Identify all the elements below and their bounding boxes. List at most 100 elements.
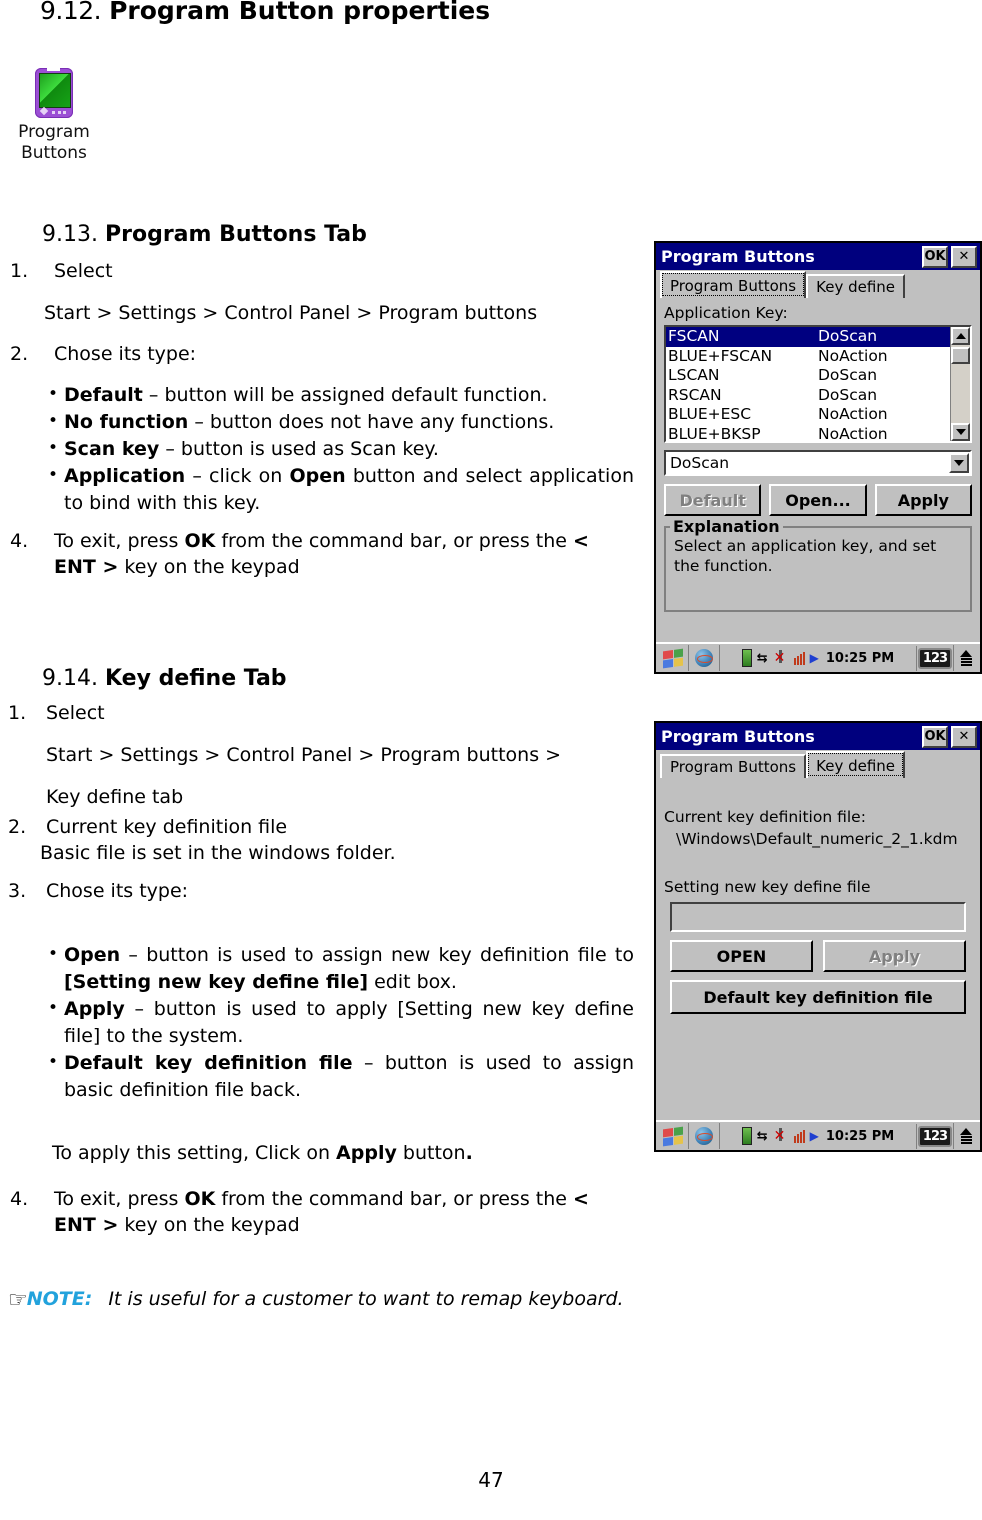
pda-device-icon	[35, 67, 73, 118]
heading-9-12-title: Program Button properties	[109, 0, 491, 25]
step-text-e: key on the keypad	[118, 556, 300, 578]
step-text: Select	[54, 260, 113, 282]
window-title-bar: Program Buttons OK ✕	[656, 243, 980, 270]
bullet-text: button is used as Scan key.	[180, 438, 439, 460]
play-arrow-icon[interactable]: ▶	[810, 651, 819, 665]
bullet-list-9-13: Default – button will be assigned defaul…	[46, 381, 634, 517]
scrollbar-thumb[interactable]	[951, 347, 970, 364]
bullet-default-key-definition-file: Default key definition file – button is …	[46, 1049, 634, 1104]
play-arrow-icon[interactable]: ▶	[810, 1129, 819, 1143]
screenshot-key-define-window: Program Buttons OK ✕ Program Buttons Key…	[654, 721, 982, 1152]
listbox-scrollbar[interactable]	[950, 327, 970, 441]
table-row[interactable]: LSCAN DoScan	[666, 366, 950, 386]
taskbar: ⇆ ▶ 10:25 PM 123	[656, 642, 980, 672]
application-key-label: Application Key:	[664, 304, 788, 322]
row-value: DoScan	[818, 385, 878, 404]
network-disconnected-icon[interactable]	[773, 650, 789, 666]
close-icon[interactable]: ✕	[951, 725, 977, 748]
table-row[interactable]: BLUE+FSCAN NoAction	[666, 347, 950, 367]
tab-content-key-define: Current key definition file: \Windows\De…	[656, 778, 980, 1014]
apply-button[interactable]: Apply	[823, 940, 966, 972]
step-9-13-1: 1. Select	[10, 258, 630, 284]
sip-label: 123	[917, 1125, 953, 1147]
row-value: NoAction	[818, 346, 888, 365]
setting-new-key-define-file-input[interactable]	[670, 902, 966, 932]
table-row[interactable]: BLUE+BKSP NoAction	[666, 424, 950, 443]
step-marker: 3.	[8, 880, 27, 902]
system-tray: ⇆ ▶ 10:25 PM	[720, 1127, 916, 1145]
close-icon[interactable]: ✕	[951, 245, 977, 268]
battery-icon[interactable]	[741, 649, 752, 667]
windows-flag-icon	[663, 648, 683, 668]
bullet-dash: –	[188, 411, 210, 433]
bullet-dash: –	[142, 384, 165, 406]
heading-9-14-number: 9.14.	[42, 666, 98, 691]
path-9-13: Start > Settings > Control Panel > Progr…	[44, 302, 538, 324]
step-marker: 4.	[10, 1188, 29, 1210]
network-disconnected-icon[interactable]	[773, 1128, 789, 1144]
internet-explorer-icon[interactable]	[689, 1123, 720, 1149]
explanation-group: Explanation Select an application key, a…	[664, 517, 972, 612]
step-9-14-2: 2. Current key definition file	[8, 814, 628, 840]
bullet-open: Open – button is used to assign new key …	[46, 941, 634, 996]
step-marker: 1.	[10, 260, 29, 282]
sip-keyboard-button[interactable]: 123	[916, 1123, 953, 1149]
row-value: NoAction	[818, 424, 888, 443]
signal-bars-icon[interactable]	[793, 1129, 805, 1143]
clock[interactable]: 10:25 PM	[826, 651, 894, 666]
row-value: NoAction	[818, 405, 888, 423]
sip-selector-icon[interactable]	[953, 645, 978, 671]
apply-button[interactable]: Apply	[874, 484, 972, 516]
sync-icon[interactable]: ⇆	[757, 1129, 768, 1144]
scroll-up-icon[interactable]	[951, 327, 970, 345]
table-row[interactable]: BLUE+ESC NoAction	[666, 405, 950, 425]
tab-content-program-buttons: Application Key: FSCAN DoScan BLUE+FSCAN…	[656, 298, 980, 612]
chevron-down-icon[interactable]	[949, 453, 969, 473]
sip-keyboard-button[interactable]: 123	[916, 645, 953, 671]
bullet-dash: –	[120, 944, 147, 966]
sync-icon[interactable]: ⇆	[757, 651, 768, 666]
tab-program-buttons[interactable]: Program Buttons	[660, 271, 807, 298]
start-button[interactable]	[658, 1123, 689, 1149]
default-key-definition-file-button[interactable]: Default key definition file	[670, 980, 966, 1014]
open-button[interactable]: Open...	[769, 484, 867, 516]
tab-program-buttons[interactable]: Program Buttons	[660, 754, 807, 778]
heading-9-13-number: 9.13.	[42, 222, 98, 247]
ok-button[interactable]: OK	[922, 245, 948, 268]
row-value: DoScan	[818, 327, 878, 345]
default-button[interactable]: Default	[664, 484, 762, 516]
scroll-down-icon[interactable]	[951, 423, 970, 441]
bullet-bold-open: Open	[289, 465, 346, 487]
heading-9-12-number: 9.12.	[40, 0, 102, 25]
explanation-line-2: the function.	[674, 557, 773, 575]
bullet-default: Default – button will be assigned defaul…	[46, 381, 634, 409]
icon-caption-line2: Buttons	[21, 143, 87, 163]
step-bold-ok: OK	[184, 530, 216, 552]
start-button[interactable]	[658, 645, 689, 671]
page-number: 47	[478, 1468, 504, 1492]
step-text-e: key on the keypad	[118, 1214, 300, 1236]
signal-bars-icon[interactable]	[793, 651, 805, 665]
step-text-a: To exit, press	[54, 1188, 185, 1210]
apply-note-period: .	[465, 1142, 473, 1164]
battery-icon[interactable]	[741, 1127, 752, 1145]
sip-selector-icon[interactable]	[953, 1123, 978, 1149]
window-title-bar: Program Buttons OK ✕	[656, 723, 980, 750]
step-text: Current key definition file	[46, 816, 288, 838]
default-key-definition-row: Default key definition file	[670, 980, 966, 1014]
ok-button[interactable]: OK	[922, 725, 948, 748]
path-9-14-line1: Start > Settings > Control Panel > Progr…	[46, 744, 562, 766]
bullet-dash: –	[124, 998, 154, 1020]
bullet-term: Default key definition file	[64, 1052, 353, 1074]
internet-explorer-icon[interactable]	[689, 645, 720, 671]
tab-key-define[interactable]: Key define	[806, 751, 906, 778]
application-key-listbox[interactable]: FSCAN DoScan BLUE+FSCAN NoAction LSCAN D…	[664, 325, 972, 443]
step-text-c: from the command bar, or press the	[215, 530, 573, 552]
function-combobox[interactable]: DoScan	[664, 450, 972, 476]
clock[interactable]: 10:25 PM	[826, 1129, 894, 1144]
system-tray: ⇆ ▶ 10:25 PM	[720, 649, 916, 667]
tab-key-define[interactable]: Key define	[806, 274, 906, 298]
table-row[interactable]: FSCAN DoScan	[666, 327, 950, 347]
table-row[interactable]: RSCAN DoScan	[666, 386, 950, 406]
open-button[interactable]: OPEN	[670, 940, 813, 972]
